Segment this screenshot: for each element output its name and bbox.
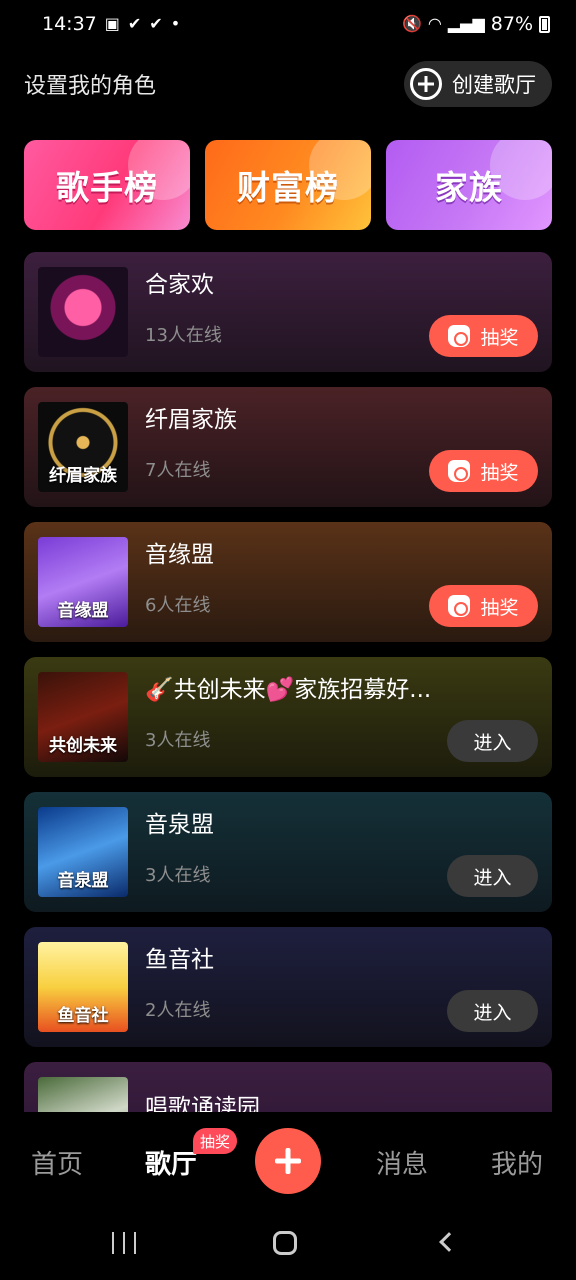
room-name: 合家欢 [145,272,214,298]
room-name: 鱼音社 [145,947,214,973]
battery-percent: 87% [490,13,533,35]
room-thumbnail [38,1077,128,1112]
room-card[interactable]: 合家欢 13人在线 抽奖 [24,252,552,372]
room-thumbnail: 音缘盟 [38,537,128,627]
room-card[interactable]: 鱼音社 鱼音社 2人在线 进入 [24,927,552,1047]
mute-icon: 🔇 [401,14,422,33]
add-button[interactable] [255,1128,321,1194]
enter-button[interactable]: 进入 [447,990,538,1032]
room-card[interactable]: 音缘盟 音缘盟 6人在线 抽奖 [24,522,552,642]
room-card[interactable]: 共创未来 🎸共创未来💕家族招募好... 3人在线 进入 [24,657,552,777]
check-icon: ✔ [127,14,142,33]
ranking-banners: 歌手榜 财富榜 家族 [24,140,552,230]
signal-icon: ▂▄▆ [447,14,485,33]
set-role-link[interactable]: 设置我的角色 [24,68,156,100]
thumbnail-text: 鱼音社 [57,1006,109,1026]
thumbnail-text: 纤眉家族 [49,466,117,486]
lottery-badge: 抽奖 [193,1128,238,1154]
lottery-button[interactable]: 抽奖 [429,315,538,357]
singer-ranking-banner[interactable]: 歌手榜 [24,140,190,230]
tab-messages[interactable]: 消息 [376,1144,428,1181]
status-time: 14:37 [42,13,97,35]
room-name: 音缘盟 [145,542,214,568]
enter-button[interactable]: 进入 [447,855,538,897]
room-name: 唱歌诵读园 [145,1095,260,1112]
room-name: 🎸共创未来💕家族招募好... [145,677,432,703]
money-bag-icon [448,460,471,482]
tab-me[interactable]: 我的 [491,1144,543,1181]
lottery-label: 抽奖 [480,596,519,619]
room-list[interactable]: 合家欢 13人在线 抽奖 纤眉家族 纤眉家族 7人在线 抽奖 音缘盟 音缘盟 6… [24,252,552,1112]
recent-apps-icon[interactable] [112,1232,136,1254]
battery-icon [539,15,550,33]
money-bag-icon [448,325,471,347]
room-thumbnail: 纤眉家族 [38,402,128,492]
lottery-button[interactable]: 抽奖 [429,585,538,627]
room-card[interactable]: 纤眉家族 纤眉家族 7人在线 抽奖 [24,387,552,507]
enter-button[interactable]: 进入 [447,720,538,762]
status-bar: 14:37 ▣ ✔ ✔ • 🔇 ◠ ▂▄▆ 87% [0,0,576,48]
check-icon: ✔ [149,14,163,33]
plus-circle-icon [410,68,442,100]
tab-hall[interactable]: 歌厅 [145,1144,197,1181]
lottery-label: 抽奖 [480,461,519,484]
page-header: 设置我的角色 创建歌厅 [24,58,552,110]
system-navigation-bar [0,1212,576,1280]
room-name: 纤眉家族 [145,407,237,433]
thumbnail-text: 音缘盟 [57,601,109,621]
thumbnail-text: 音泉盟 [57,871,109,891]
room-card[interactable]: 音泉盟 音泉盟 3人在线 进入 [24,792,552,912]
room-thumbnail [38,267,128,357]
wealth-ranking-banner[interactable]: 财富榜 [205,140,371,230]
lottery-button[interactable]: 抽奖 [429,450,538,492]
lottery-label: 抽奖 [480,326,519,349]
money-bag-icon [448,595,471,617]
room-thumbnail: 音泉盟 [38,807,128,897]
create-hall-label: 创建歌厅 [452,73,536,97]
home-icon[interactable] [273,1231,297,1255]
back-icon[interactable] [439,1232,459,1252]
room-thumbnail: 鱼音社 [38,942,128,1032]
family-banner[interactable]: 家族 [386,140,552,230]
gallery-icon: ▣ [104,14,120,33]
thumbnail-text: 共创未来 [49,736,117,756]
bottom-nav: 首页 歌厅 抽奖 消息 我的 [0,1112,576,1212]
create-hall-button[interactable]: 创建歌厅 [404,61,552,107]
wifi-icon: ◠ [427,14,442,33]
dot-icon: • [170,14,181,33]
room-card[interactable]: 唱歌诵读园 [24,1062,552,1112]
room-thumbnail: 共创未来 [38,672,128,762]
tab-home[interactable]: 首页 [31,1144,83,1181]
room-name: 音泉盟 [145,812,214,838]
